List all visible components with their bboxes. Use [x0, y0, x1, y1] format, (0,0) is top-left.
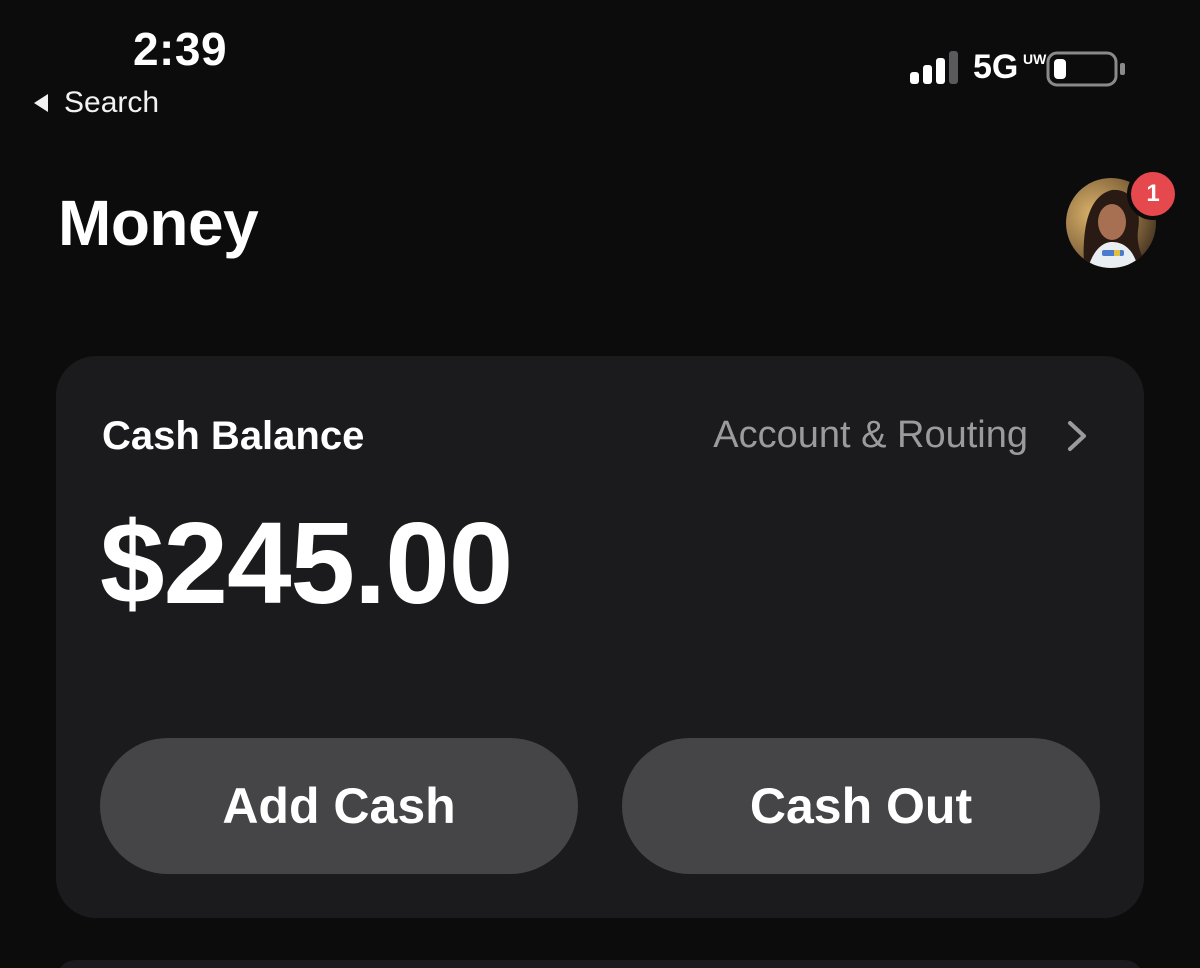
battery-icon	[1046, 51, 1125, 87]
chevron-right-icon	[1068, 420, 1086, 451]
network-type-label: 5G	[973, 48, 1019, 86]
back-to-search-link[interactable]: Search	[34, 86, 159, 120]
cash-balance-card: Cash Balance Account & Routing $245.00 A…	[56, 356, 1144, 918]
balance-amount: $245.00	[100, 498, 513, 628]
account-routing-link[interactable]: Account & Routing	[713, 414, 1092, 457]
cash-balance-label: Cash Balance	[102, 414, 365, 458]
page-title: Money	[58, 187, 259, 259]
next-card-edge	[56, 960, 1144, 968]
money-screen: 2:39 Search 5G UW Money 1 Cash Balance A…	[0, 0, 1200, 968]
back-arrow-icon	[34, 94, 48, 112]
network-subtype-label: UW	[1023, 51, 1047, 67]
add-cash-button[interactable]: Add Cash	[100, 738, 578, 874]
account-routing-label: Account & Routing	[713, 414, 1028, 456]
notification-badge: 1	[1127, 168, 1179, 220]
signal-bars-icon	[910, 51, 958, 84]
status-time: 2:39	[132, 23, 228, 75]
back-link-label: Search	[64, 86, 160, 119]
cash-out-button[interactable]: Cash Out	[622, 738, 1100, 874]
